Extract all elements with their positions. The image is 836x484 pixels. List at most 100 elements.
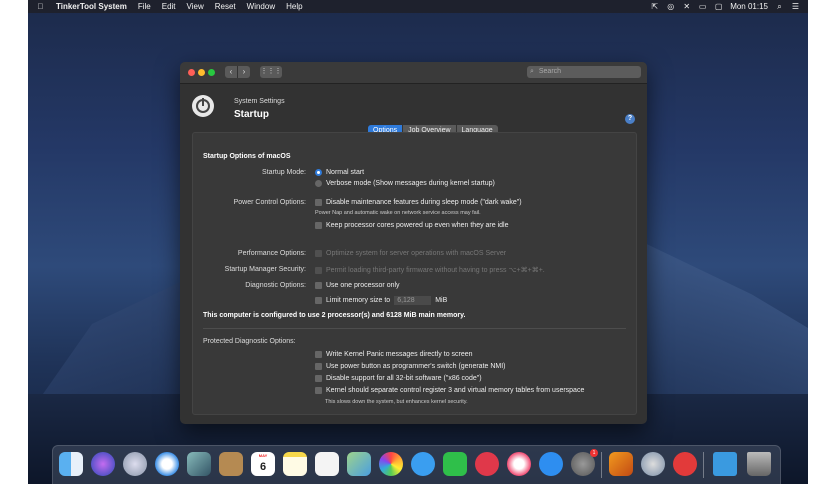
maps-icon[interactable] xyxy=(347,452,371,476)
checkbox-icon xyxy=(315,250,322,257)
limit-memory-label: Limit memory size to xyxy=(326,297,391,304)
safari-icon[interactable] xyxy=(155,452,179,476)
power-control-label: Power Control Options: xyxy=(233,199,306,206)
menu-view[interactable]: View xyxy=(187,0,204,13)
separate-cr3-label: Kernel should separate control register … xyxy=(326,387,585,394)
app-store-icon[interactable] xyxy=(539,452,563,476)
checkbox-icon xyxy=(315,222,322,229)
trash-icon[interactable] xyxy=(747,452,771,476)
verbose-mode-label: Verbose mode (Show messages during kerne… xyxy=(326,180,495,187)
titlebar: ‹ › ⋮⋮⋮ ⌕ Search xyxy=(180,62,647,84)
kernel-panic-label: Write Kernel Panic messages directly to … xyxy=(326,351,473,358)
radio-selected-icon xyxy=(315,169,322,176)
checkbox-icon xyxy=(315,266,322,274)
apple-icon[interactable]:  xyxy=(36,0,45,13)
power-button-label: Use power button as programmer's switch … xyxy=(326,363,506,370)
protected-label: Protected Diagnostic Options: xyxy=(203,338,296,345)
permit-firmware-label: Permit loading third-party firmware with… xyxy=(326,267,545,274)
radio-icon xyxy=(315,180,322,187)
dock: MAY 6 1 xyxy=(52,445,781,484)
cast-icon[interactable]: ⇱ xyxy=(650,0,659,13)
siri-icon[interactable] xyxy=(91,452,115,476)
security-label: Startup Manager Security: xyxy=(224,266,306,273)
utility-icon[interactable] xyxy=(641,452,665,476)
list-icon[interactable]: ☰ xyxy=(791,0,800,13)
menu-bar:  TinkerTool System File Edit View Reset… xyxy=(28,0,808,13)
mail-icon[interactable] xyxy=(187,452,211,476)
keep-cores-label: Keep processor cores powered up even whe… xyxy=(326,222,509,229)
permit-firmware-checkbox[interactable]: Permit loading third-party firmware with… xyxy=(315,266,545,274)
keep-cores-checkbox[interactable]: Keep processor cores powered up even whe… xyxy=(315,222,509,229)
optimize-server-label: Optimize system for server operations wi… xyxy=(326,250,507,257)
power-note: Power Nap and automatic wake on network … xyxy=(315,210,481,216)
minimize-button[interactable] xyxy=(198,69,205,76)
cr3-note: This slows down the system, but enhances… xyxy=(325,399,468,405)
search-placeholder: Search xyxy=(538,68,562,75)
config-summary: This computer is configured to use 2 pro… xyxy=(203,312,466,319)
clock[interactable]: Mon 01:15 xyxy=(730,0,768,13)
music-icon[interactable] xyxy=(507,452,531,476)
calendar-icon[interactable]: MAY 6 xyxy=(251,452,275,476)
search-field[interactable]: ⌕ Search xyxy=(527,66,641,78)
performance-label: Performance Options: xyxy=(237,250,306,257)
notes-icon[interactable] xyxy=(283,452,307,476)
power-button-checkbox[interactable]: Use power button as programmer's switch … xyxy=(315,363,506,370)
kernel-panic-checkbox[interactable]: Write Kernel Panic messages directly to … xyxy=(315,351,473,358)
photos-icon[interactable] xyxy=(379,452,403,476)
checkbox-icon xyxy=(315,282,322,289)
display-icon[interactable]: ▢ xyxy=(714,0,723,13)
grid-view-button[interactable]: ⋮⋮⋮ xyxy=(260,66,282,78)
normal-start-radio[interactable]: Normal start xyxy=(315,169,364,176)
limit-memory-checkbox[interactable]: Limit memory size to 6,128 MiB xyxy=(315,296,447,305)
help-button[interactable]: ? xyxy=(625,114,635,124)
menu-window[interactable]: Window xyxy=(247,0,275,13)
one-processor-label: Use one processor only xyxy=(326,282,400,289)
menu-reset[interactable]: Reset xyxy=(215,0,236,13)
checkbox-icon xyxy=(315,351,322,358)
checkbox-icon xyxy=(315,297,322,304)
calendar-day: 6 xyxy=(259,461,267,473)
tools-icon[interactable]: ✕ xyxy=(682,0,691,13)
messages-icon[interactable] xyxy=(411,452,435,476)
reminders-icon[interactable] xyxy=(315,452,339,476)
optimize-server-checkbox[interactable]: Optimize system for server operations wi… xyxy=(315,250,506,257)
menu-help[interactable]: Help xyxy=(286,0,302,13)
notification-badge: 1 xyxy=(590,449,598,457)
verbose-mode-radio[interactable]: Verbose mode (Show messages during kerne… xyxy=(315,180,495,187)
divider xyxy=(203,328,626,329)
circle-status-icon[interactable]: ◎ xyxy=(666,0,675,13)
menu-file[interactable]: File xyxy=(138,0,151,13)
forward-button[interactable]: › xyxy=(238,66,250,78)
search-icon[interactable]: ⌕ xyxy=(775,0,784,13)
disable-32bit-checkbox[interactable]: Disable support for all 32-bit software … xyxy=(315,375,482,382)
diagnostic-label: Diagnostic Options: xyxy=(245,282,306,289)
startup-mode-label: Startup Mode: xyxy=(262,169,306,176)
back-button[interactable]: ‹ xyxy=(225,66,238,78)
memory-size-field[interactable]: 6,128 xyxy=(394,296,432,305)
launchpad-icon[interactable] xyxy=(123,452,147,476)
menu-edit[interactable]: Edit xyxy=(162,0,176,13)
news-icon[interactable] xyxy=(475,452,499,476)
power-icon xyxy=(192,95,214,117)
dock-separator xyxy=(703,452,704,478)
pane-header: System Settings Startup ? xyxy=(180,84,647,126)
battery-icon[interactable]: ▭ xyxy=(698,0,707,13)
separate-cr3-checkbox[interactable]: Kernel should separate control register … xyxy=(315,387,584,394)
facetime-icon[interactable] xyxy=(443,452,467,476)
disable-maintenance-label: Disable maintenance features during slee… xyxy=(326,199,522,206)
close-button[interactable] xyxy=(188,69,195,76)
zoom-button[interactable] xyxy=(208,69,215,76)
calendar-month: MAY xyxy=(258,453,268,458)
memory-unit: MiB xyxy=(435,297,448,304)
one-processor-checkbox[interactable]: Use one processor only xyxy=(315,282,400,289)
dock-separator xyxy=(601,452,602,478)
folder-icon[interactable] xyxy=(713,452,737,476)
app-menu[interactable]: TinkerTool System xyxy=(56,0,127,13)
keynote-icon[interactable] xyxy=(609,452,633,476)
normal-start-label: Normal start xyxy=(326,169,365,176)
finder-icon[interactable] xyxy=(59,452,83,476)
system-preferences-icon[interactable]: 1 xyxy=(571,449,598,476)
contacts-icon[interactable] xyxy=(219,452,243,476)
tinkertool-icon[interactable] xyxy=(673,452,697,476)
disable-maintenance-checkbox[interactable]: Disable maintenance features during slee… xyxy=(315,199,522,206)
